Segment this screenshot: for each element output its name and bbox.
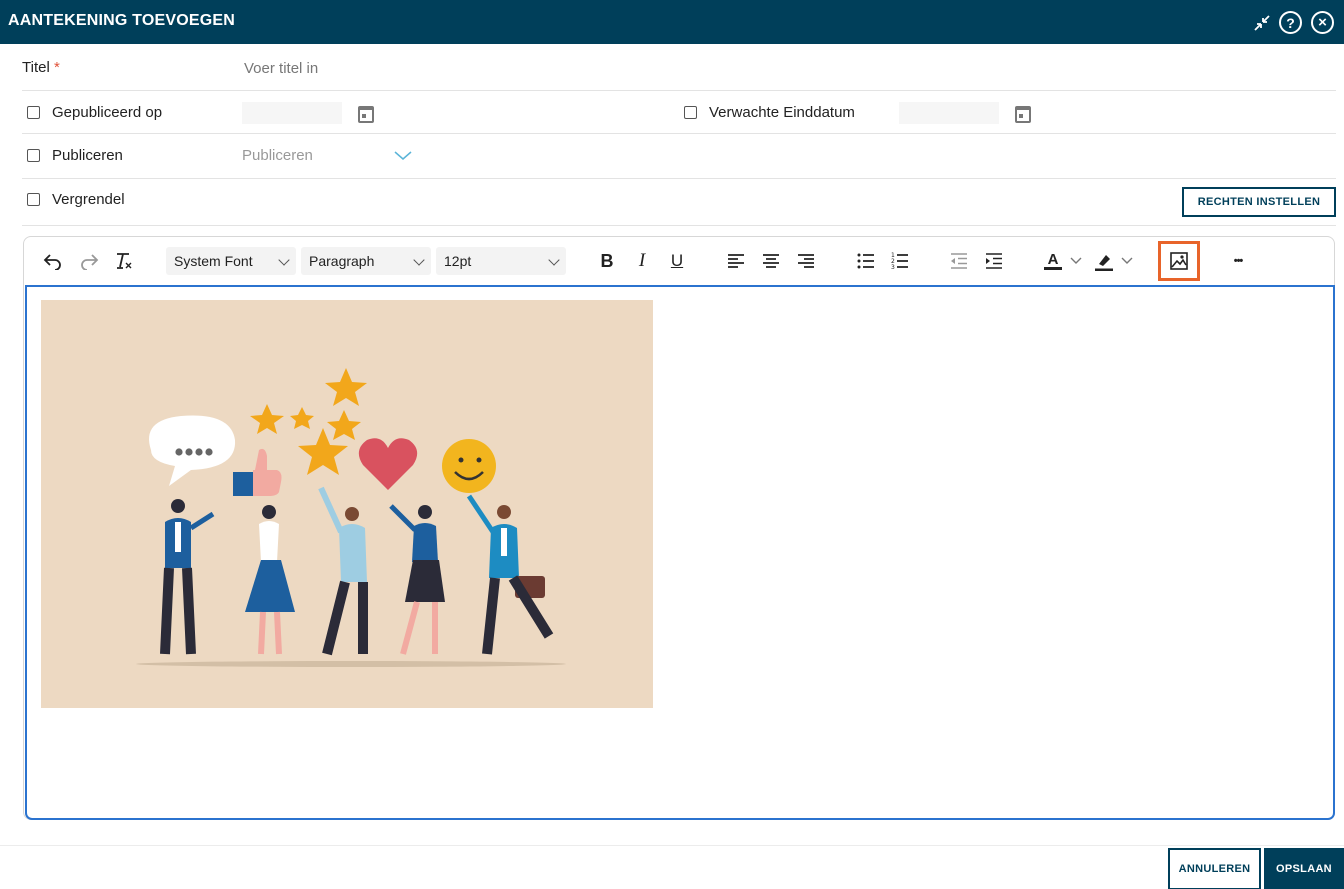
more-options-icon[interactable]: ••• (1225, 249, 1251, 273)
publish-label: Publiceren (52, 147, 123, 164)
calendar-icon[interactable] (1015, 106, 1031, 123)
close-icon[interactable]: × (1311, 11, 1334, 34)
published-on-date-input[interactable] (242, 102, 342, 124)
numbered-list-icon[interactable]: 123 (889, 249, 911, 273)
title-input[interactable]: Voer titel in (244, 60, 318, 77)
editor-content[interactable] (25, 285, 1335, 820)
title-row: Titel * Voer titel in (22, 44, 1336, 91)
chevron-down-icon[interactable] (394, 148, 412, 166)
undo-icon[interactable] (42, 249, 64, 273)
collapse-icon[interactable] (1250, 11, 1273, 34)
align-right-icon[interactable] (795, 249, 817, 273)
text-color-button[interactable]: A (1042, 249, 1064, 273)
chevron-down-icon (413, 254, 425, 266)
bullet-list-icon[interactable] (855, 249, 877, 273)
chevron-down-icon[interactable] (1120, 249, 1134, 273)
clear-formatting-icon[interactable] (113, 249, 135, 273)
dialog-title: AANTEKENING TOEVOEGEN (8, 12, 236, 29)
underline-button[interactable]: U (666, 249, 688, 273)
chevron-down-icon (278, 254, 290, 266)
expected-end-checkbox[interactable] (684, 106, 697, 119)
expected-end-label: Verwachte Einddatum (709, 104, 855, 121)
calendar-icon[interactable] (358, 106, 374, 123)
align-center-icon[interactable] (760, 249, 782, 273)
publish-select[interactable]: Publiceren (242, 147, 313, 164)
cancel-button[interactable]: ANNULEREN (1168, 848, 1261, 889)
title-label: Titel * (22, 59, 60, 76)
redo-icon[interactable] (78, 249, 100, 273)
rich-text-editor: System Font Paragraph 12pt B I U 123 A •… (23, 236, 1335, 820)
text-color-swatch (1044, 267, 1062, 270)
published-on-label: Gepubliceerd op (52, 104, 163, 121)
align-left-icon[interactable] (725, 249, 747, 273)
publish-checkbox[interactable] (27, 149, 40, 162)
font-family-select[interactable]: System Font (166, 247, 296, 275)
bold-button[interactable]: B (596, 249, 618, 273)
dialog-footer: ANNULEREN OPSLAAN (0, 845, 1344, 889)
outdent-icon[interactable] (948, 249, 970, 273)
editor-toolbar: System Font Paragraph 12pt B I U 123 A •… (24, 237, 1334, 285)
text-color-icon: A (1047, 251, 1059, 268)
save-button[interactable]: OPSLAAN (1264, 848, 1344, 889)
inserted-image[interactable] (41, 300, 653, 708)
insert-image-icon[interactable] (1158, 241, 1200, 281)
lock-checkbox[interactable] (27, 193, 40, 206)
publish-row: Publiceren Publiceren (22, 134, 1336, 179)
highlight-icon[interactable] (1093, 249, 1115, 273)
expected-end-date-input[interactable] (899, 102, 999, 124)
chevron-down-icon[interactable] (1069, 249, 1083, 273)
lock-label: Vergrendel (52, 191, 125, 208)
italic-button[interactable]: I (631, 249, 653, 273)
font-size-select[interactable]: 12pt (436, 247, 566, 275)
svg-text:3: 3 (891, 264, 895, 270)
help-icon[interactable]: ? (1279, 11, 1302, 34)
published-on-checkbox[interactable] (27, 106, 40, 119)
lock-row: Vergrendel RECHTEN INSTELLEN (22, 179, 1336, 226)
block-format-select[interactable]: Paragraph (301, 247, 431, 275)
chevron-down-icon (548, 254, 560, 266)
indent-icon[interactable] (983, 249, 1005, 273)
dialog-titlebar: AANTEKENING TOEVOEGEN ? × (0, 0, 1344, 44)
dates-row: Gepubliceerd op Verwachte Einddatum (22, 91, 1336, 134)
set-rights-button[interactable]: RECHTEN INSTELLEN (1182, 187, 1336, 217)
feedback-illustration (136, 368, 566, 667)
